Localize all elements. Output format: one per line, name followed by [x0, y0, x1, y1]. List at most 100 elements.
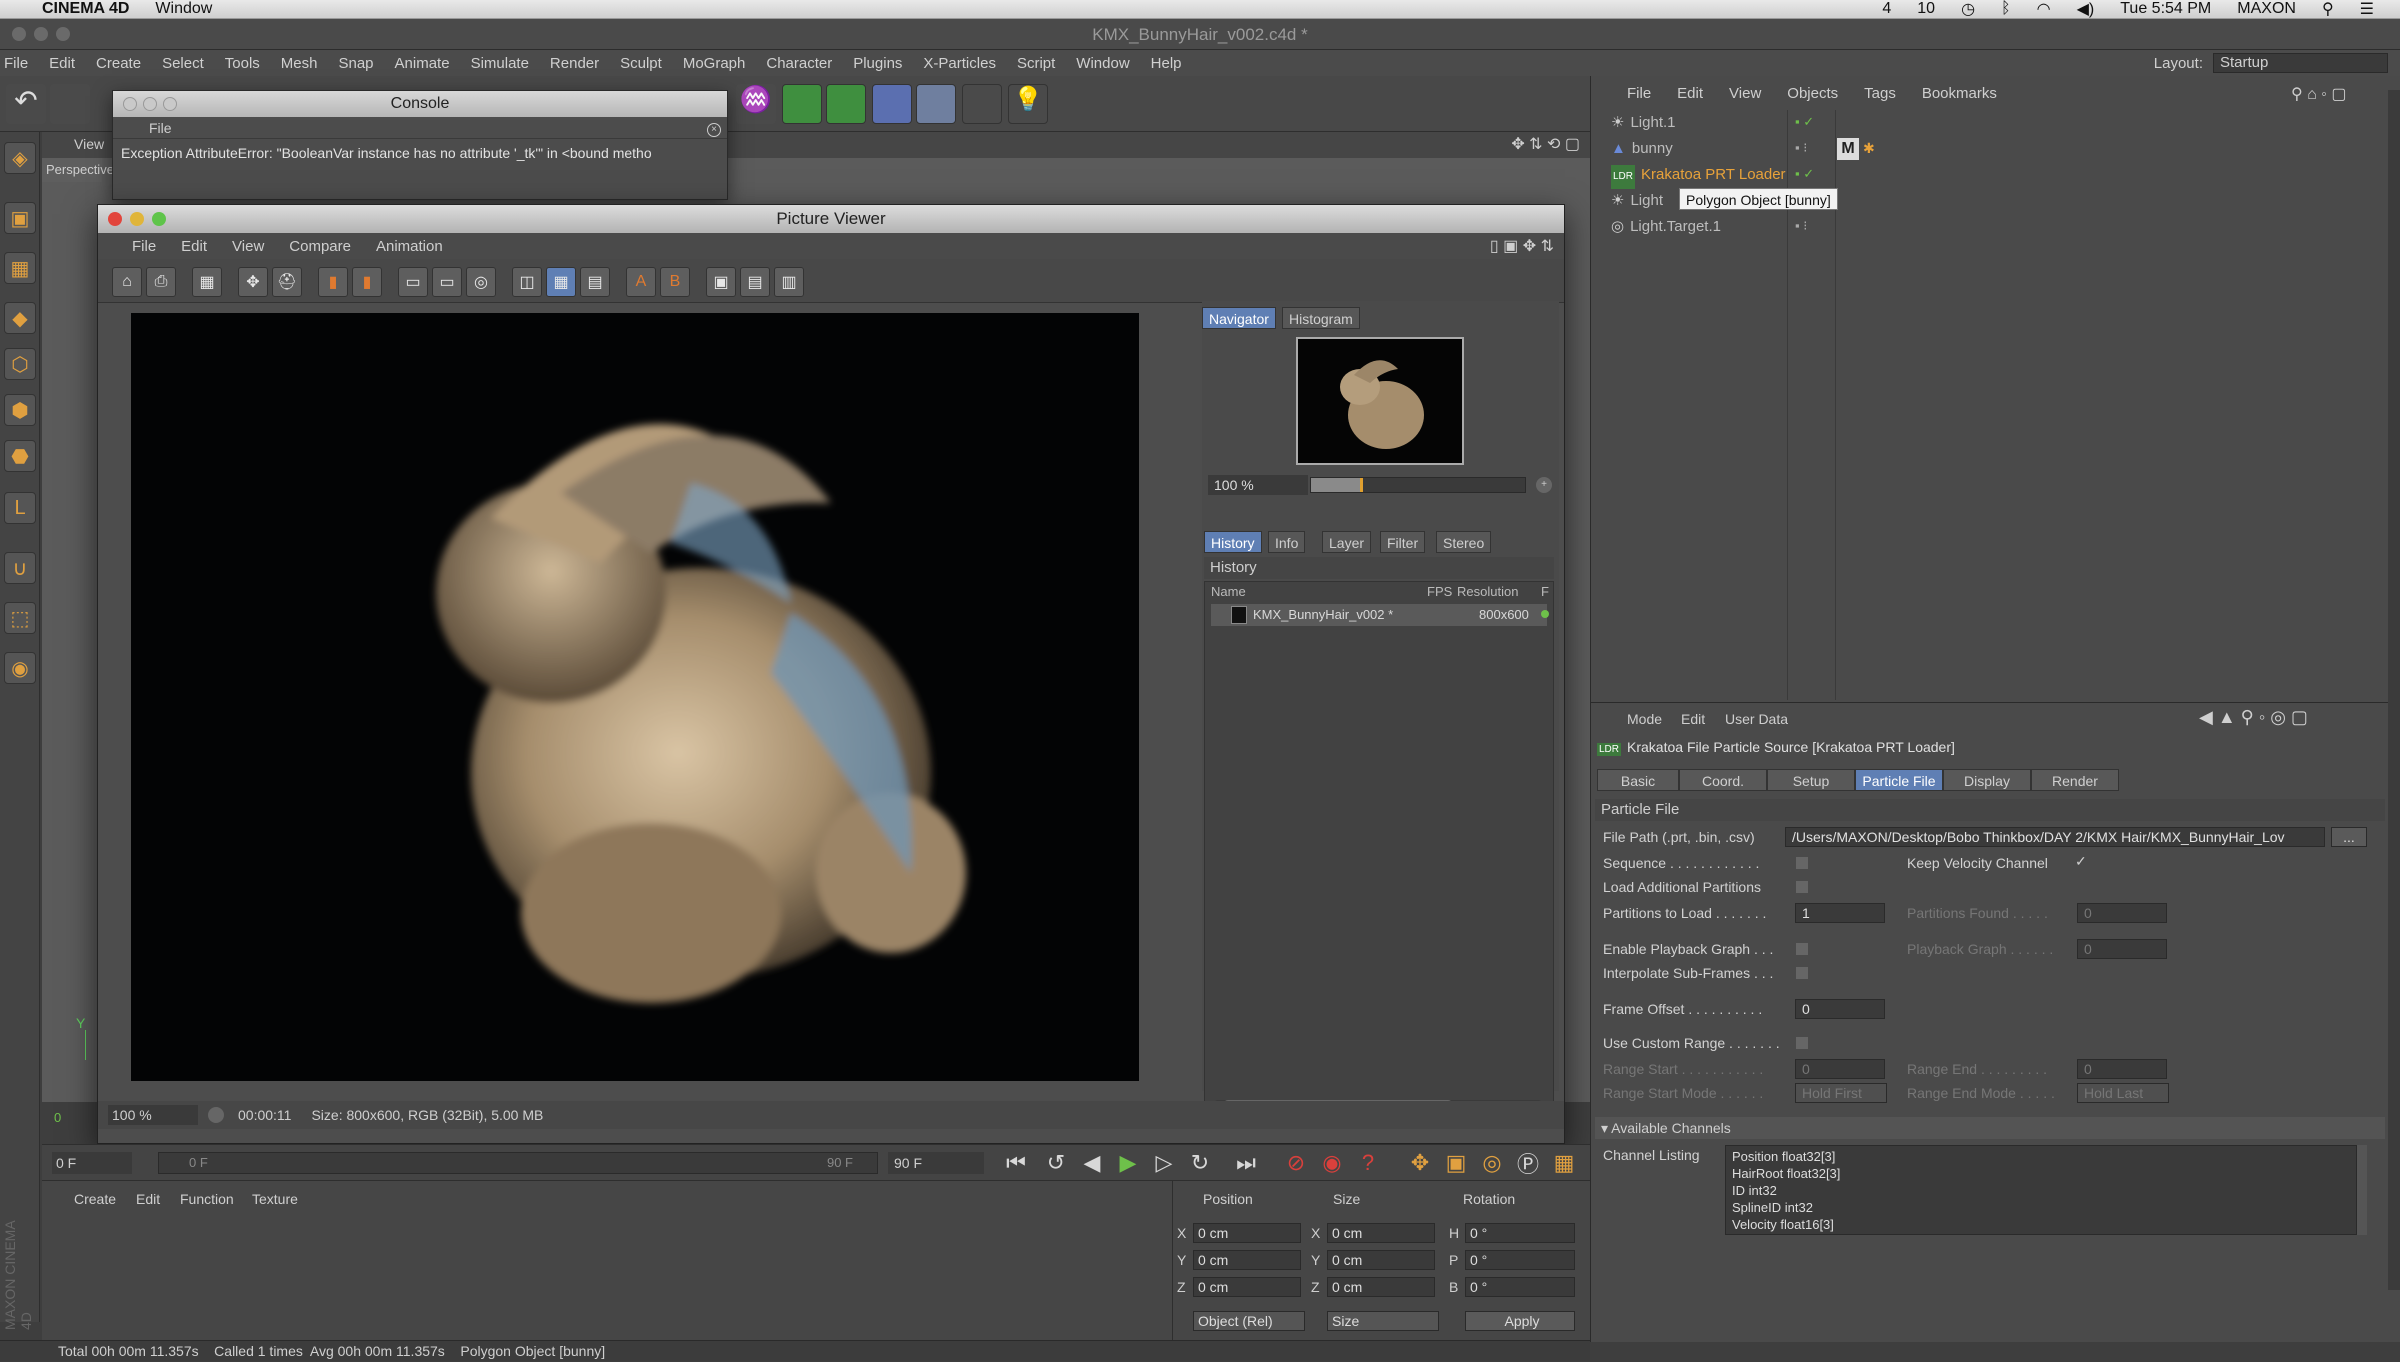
attr-tab-particle-file[interactable]: Particle File: [1855, 769, 1943, 791]
mat-menu-function[interactable]: Function: [180, 1191, 234, 1207]
render-region-icon[interactable]: ⛑: [272, 267, 302, 297]
object-row-light[interactable]: ☀ Light: [1611, 190, 1663, 212]
object-row-bunny[interactable]: ▲ bunny: [1611, 138, 1673, 160]
menu-simulate[interactable]: Simulate: [471, 55, 529, 72]
menu-render[interactable]: Render: [550, 55, 599, 72]
coord-size-select[interactable]: Size: [1327, 1311, 1439, 1331]
menu-edit[interactable]: Edit: [49, 55, 75, 72]
menu-character[interactable]: Character: [766, 55, 832, 72]
redo-icon[interactable]: [50, 84, 90, 124]
attr-nav-icons[interactable]: ◀ ▲ ⚲ ◦ ◎ ▢: [2199, 707, 2308, 728]
grid-icon[interactable]: ▦: [546, 267, 576, 297]
pv-close-button[interactable]: [108, 212, 122, 226]
compare-b-icon[interactable]: ▭: [432, 267, 462, 297]
next-frame-icon[interactable]: ▷: [1150, 1149, 1178, 1177]
menu-mograph[interactable]: MoGraph: [683, 55, 746, 72]
key-parameter-icon[interactable]: Ⓟ: [1514, 1149, 1542, 1177]
lock-icon[interactable]: ⬚: [4, 602, 36, 634]
compare-a-icon[interactable]: ▭: [398, 267, 428, 297]
key-pla-icon[interactable]: ▦: [1550, 1149, 1578, 1177]
pv-menu-compare[interactable]: Compare: [289, 238, 351, 255]
frame-offset-field[interactable]: 0: [1795, 999, 1885, 1019]
coord-pos-y[interactable]: 0 cm: [1193, 1250, 1301, 1270]
soft-selection-icon[interactable]: ◉: [4, 652, 36, 684]
menu-help[interactable]: Help: [1151, 55, 1182, 72]
attr-tab-render[interactable]: Render: [2031, 769, 2119, 791]
om-menu-bookmarks[interactable]: Bookmarks: [1922, 85, 1997, 102]
pv-menu-edit[interactable]: Edit: [181, 238, 207, 255]
pv-menu-file[interactable]: File: [132, 238, 156, 255]
window-menu[interactable]: Window: [155, 0, 212, 18]
bunny-visibility[interactable]: ▪ ⁝: [1795, 140, 1807, 156]
channel-listing-scrollbar[interactable]: [2357, 1145, 2367, 1235]
pv-zoom-reset-icon[interactable]: [208, 1107, 224, 1123]
menu-create[interactable]: Create: [96, 55, 141, 72]
set-a-icon[interactable]: A: [626, 267, 656, 297]
next-key-icon[interactable]: ↻: [1186, 1149, 1214, 1177]
zoom-window-button[interactable]: [56, 27, 70, 41]
menu-plugins[interactable]: Plugins: [853, 55, 902, 72]
navigator-thumbnail[interactable]: [1296, 337, 1464, 465]
keep-velocity-checkbox[interactable]: ✓: [2075, 853, 2087, 870]
navigator-zoom-plus-icon[interactable]: +: [1536, 477, 1552, 493]
layout-3-icon[interactable]: ▥: [774, 267, 804, 297]
om-menu-file[interactable]: File: [1627, 85, 1651, 102]
load-additional-checkbox[interactable]: [1796, 881, 1808, 893]
history-col-resolution[interactable]: Resolution: [1457, 584, 1518, 599]
minimize-window-button[interactable]: [34, 27, 48, 41]
frame-start-field[interactable]: 0 F: [52, 1152, 132, 1174]
menu-tools[interactable]: Tools: [225, 55, 260, 72]
edges-mode-icon[interactable]: ⬢: [4, 394, 36, 426]
interpolate-checkbox[interactable]: [1796, 967, 1808, 979]
tab-history[interactable]: History: [1204, 531, 1262, 553]
workplane-icon[interactable]: ◆: [4, 302, 36, 334]
coord-size-x[interactable]: 0 cm: [1327, 1223, 1435, 1243]
viewport-menu-view[interactable]: View: [74, 136, 104, 152]
notification-center-icon[interactable]: ☰: [2360, 0, 2374, 19]
menu-snap[interactable]: Snap: [338, 55, 373, 72]
history-col-name[interactable]: Name: [1211, 584, 1246, 599]
tab-layer[interactable]: Layer: [1322, 531, 1372, 553]
record-icon[interactable]: ⊘: [1282, 1149, 1310, 1177]
channel-listing-box[interactable]: Position float32[3] HairRoot float32[3] …: [1725, 1145, 2357, 1235]
previous-frame-icon[interactable]: ◀: [1078, 1149, 1106, 1177]
wifi-icon[interactable]: ◠: [2037, 0, 2051, 19]
tab-filter[interactable]: Filter: [1380, 531, 1426, 553]
crop-icon[interactable]: ✥: [238, 267, 268, 297]
pv-status-zoom[interactable]: 100 %: [108, 1105, 198, 1125]
layout-2-icon[interactable]: ▤: [740, 267, 770, 297]
menu-x-particles[interactable]: X-Particles: [923, 55, 996, 72]
use-custom-range-checkbox[interactable]: [1796, 1037, 1808, 1049]
coord-pos-x[interactable]: 0 cm: [1193, 1223, 1301, 1243]
menu-script[interactable]: Script: [1017, 55, 1055, 72]
om-search-icons[interactable]: ⚲ ⌂ ◦ ▢: [2291, 84, 2347, 104]
history-col-f[interactable]: F: [1541, 584, 1549, 599]
clock[interactable]: Tue 5:54 PM: [2120, 0, 2211, 18]
pv-menu-animation[interactable]: Animation: [376, 238, 443, 255]
attr-menu-mode[interactable]: Mode: [1627, 711, 1662, 727]
navigator-zoom-slider[interactable]: [1310, 477, 1526, 493]
pv-zoom-button[interactable]: [152, 212, 166, 226]
pv-menu-view[interactable]: View: [232, 238, 264, 255]
spline-pen-icon[interactable]: ♒: [736, 84, 776, 124]
model-mode-icon[interactable]: ▣: [4, 202, 36, 234]
layout-select[interactable]: Startup: [2213, 53, 2388, 73]
cloud-count[interactable]: 10: [1917, 0, 1935, 18]
coord-pos-z[interactable]: 0 cm: [1193, 1277, 1301, 1297]
spotlight-icon[interactable]: ⚲: [2322, 0, 2334, 19]
coord-rot-p[interactable]: 0 °: [1465, 1250, 1575, 1270]
navigator-zoom-field[interactable]: 100 %: [1208, 475, 1308, 495]
menu-mesh[interactable]: Mesh: [281, 55, 318, 72]
time-machine-icon[interactable]: ◷: [1961, 0, 1975, 19]
tab-info[interactable]: Info: [1268, 531, 1306, 553]
material-tag[interactable]: M: [1837, 138, 1859, 160]
console-zoom-button[interactable]: [163, 97, 177, 111]
open-icon[interactable]: ⌂: [112, 267, 142, 297]
mat-menu-texture[interactable]: Texture: [252, 1191, 298, 1207]
adobe-count[interactable]: 4: [1882, 0, 1891, 18]
attr-tab-setup[interactable]: Setup: [1767, 769, 1855, 791]
object-row-light-target[interactable]: ◎ Light.Target.1: [1611, 216, 1721, 238]
menu-sculpt[interactable]: Sculpt: [620, 55, 662, 72]
deformer-icon[interactable]: [872, 84, 912, 124]
keyframe-selection-icon[interactable]: ?: [1354, 1149, 1382, 1177]
